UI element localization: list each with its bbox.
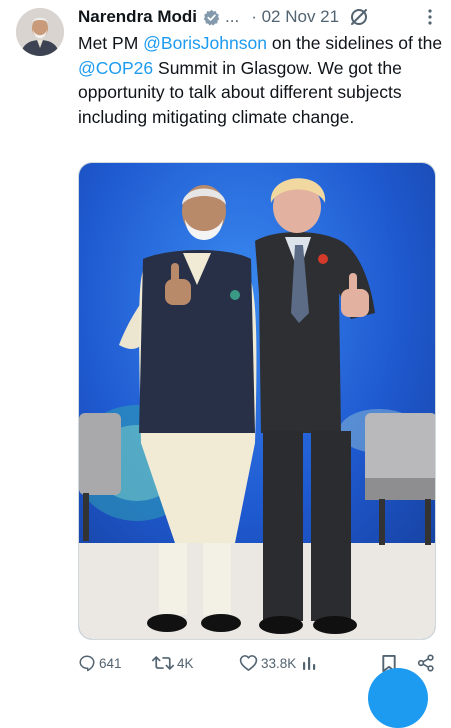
tweet-photo[interactable] — [78, 162, 436, 640]
retweet-button[interactable]: 4K — [152, 654, 212, 672]
tweet-text-part: on the sidelines of the — [266, 33, 443, 53]
author-name[interactable]: Narendra Modi — [78, 7, 197, 27]
tweet-text-part: Met PM — [78, 33, 144, 53]
retweet-icon — [152, 656, 174, 670]
grok-icon[interactable] — [349, 7, 369, 27]
compose-button[interactable] — [368, 668, 428, 728]
mention-link[interactable]: @BorisJohnson — [143, 33, 267, 53]
hashtag-link[interactable]: @COP26 — [78, 58, 153, 78]
avatar-photo — [16, 8, 64, 56]
verified-badge-icon — [203, 9, 220, 26]
tweet-header: Narendra Modi ... · 02 Nov 21 — [78, 6, 433, 28]
avatar[interactable] — [16, 8, 64, 56]
reply-button[interactable]: 641 — [78, 654, 128, 672]
retweet-count: 4K — [177, 655, 194, 671]
more-options-icon[interactable] — [427, 8, 433, 26]
like-button[interactable]: 33.8K — [239, 654, 296, 672]
tweet-text: Met PM @BorisJohnson on the sidelines of… — [78, 31, 443, 129]
author-handle[interactable]: ... — [225, 7, 239, 27]
reply-icon — [79, 655, 95, 672]
share-icon — [417, 654, 434, 672]
views-button[interactable] — [302, 655, 318, 671]
tweet-actions: 641 4K 33.8K — [78, 652, 435, 674]
reply-count: 641 — [99, 655, 122, 671]
share-button[interactable] — [417, 654, 435, 672]
heart-icon — [239, 655, 258, 671]
tweet-date[interactable]: · 02 Nov 21 — [251, 7, 339, 27]
like-count: 33.8K — [261, 655, 297, 671]
views-icon — [303, 657, 316, 670]
photo-two-leaders-thumbs-up — [79, 163, 435, 639]
